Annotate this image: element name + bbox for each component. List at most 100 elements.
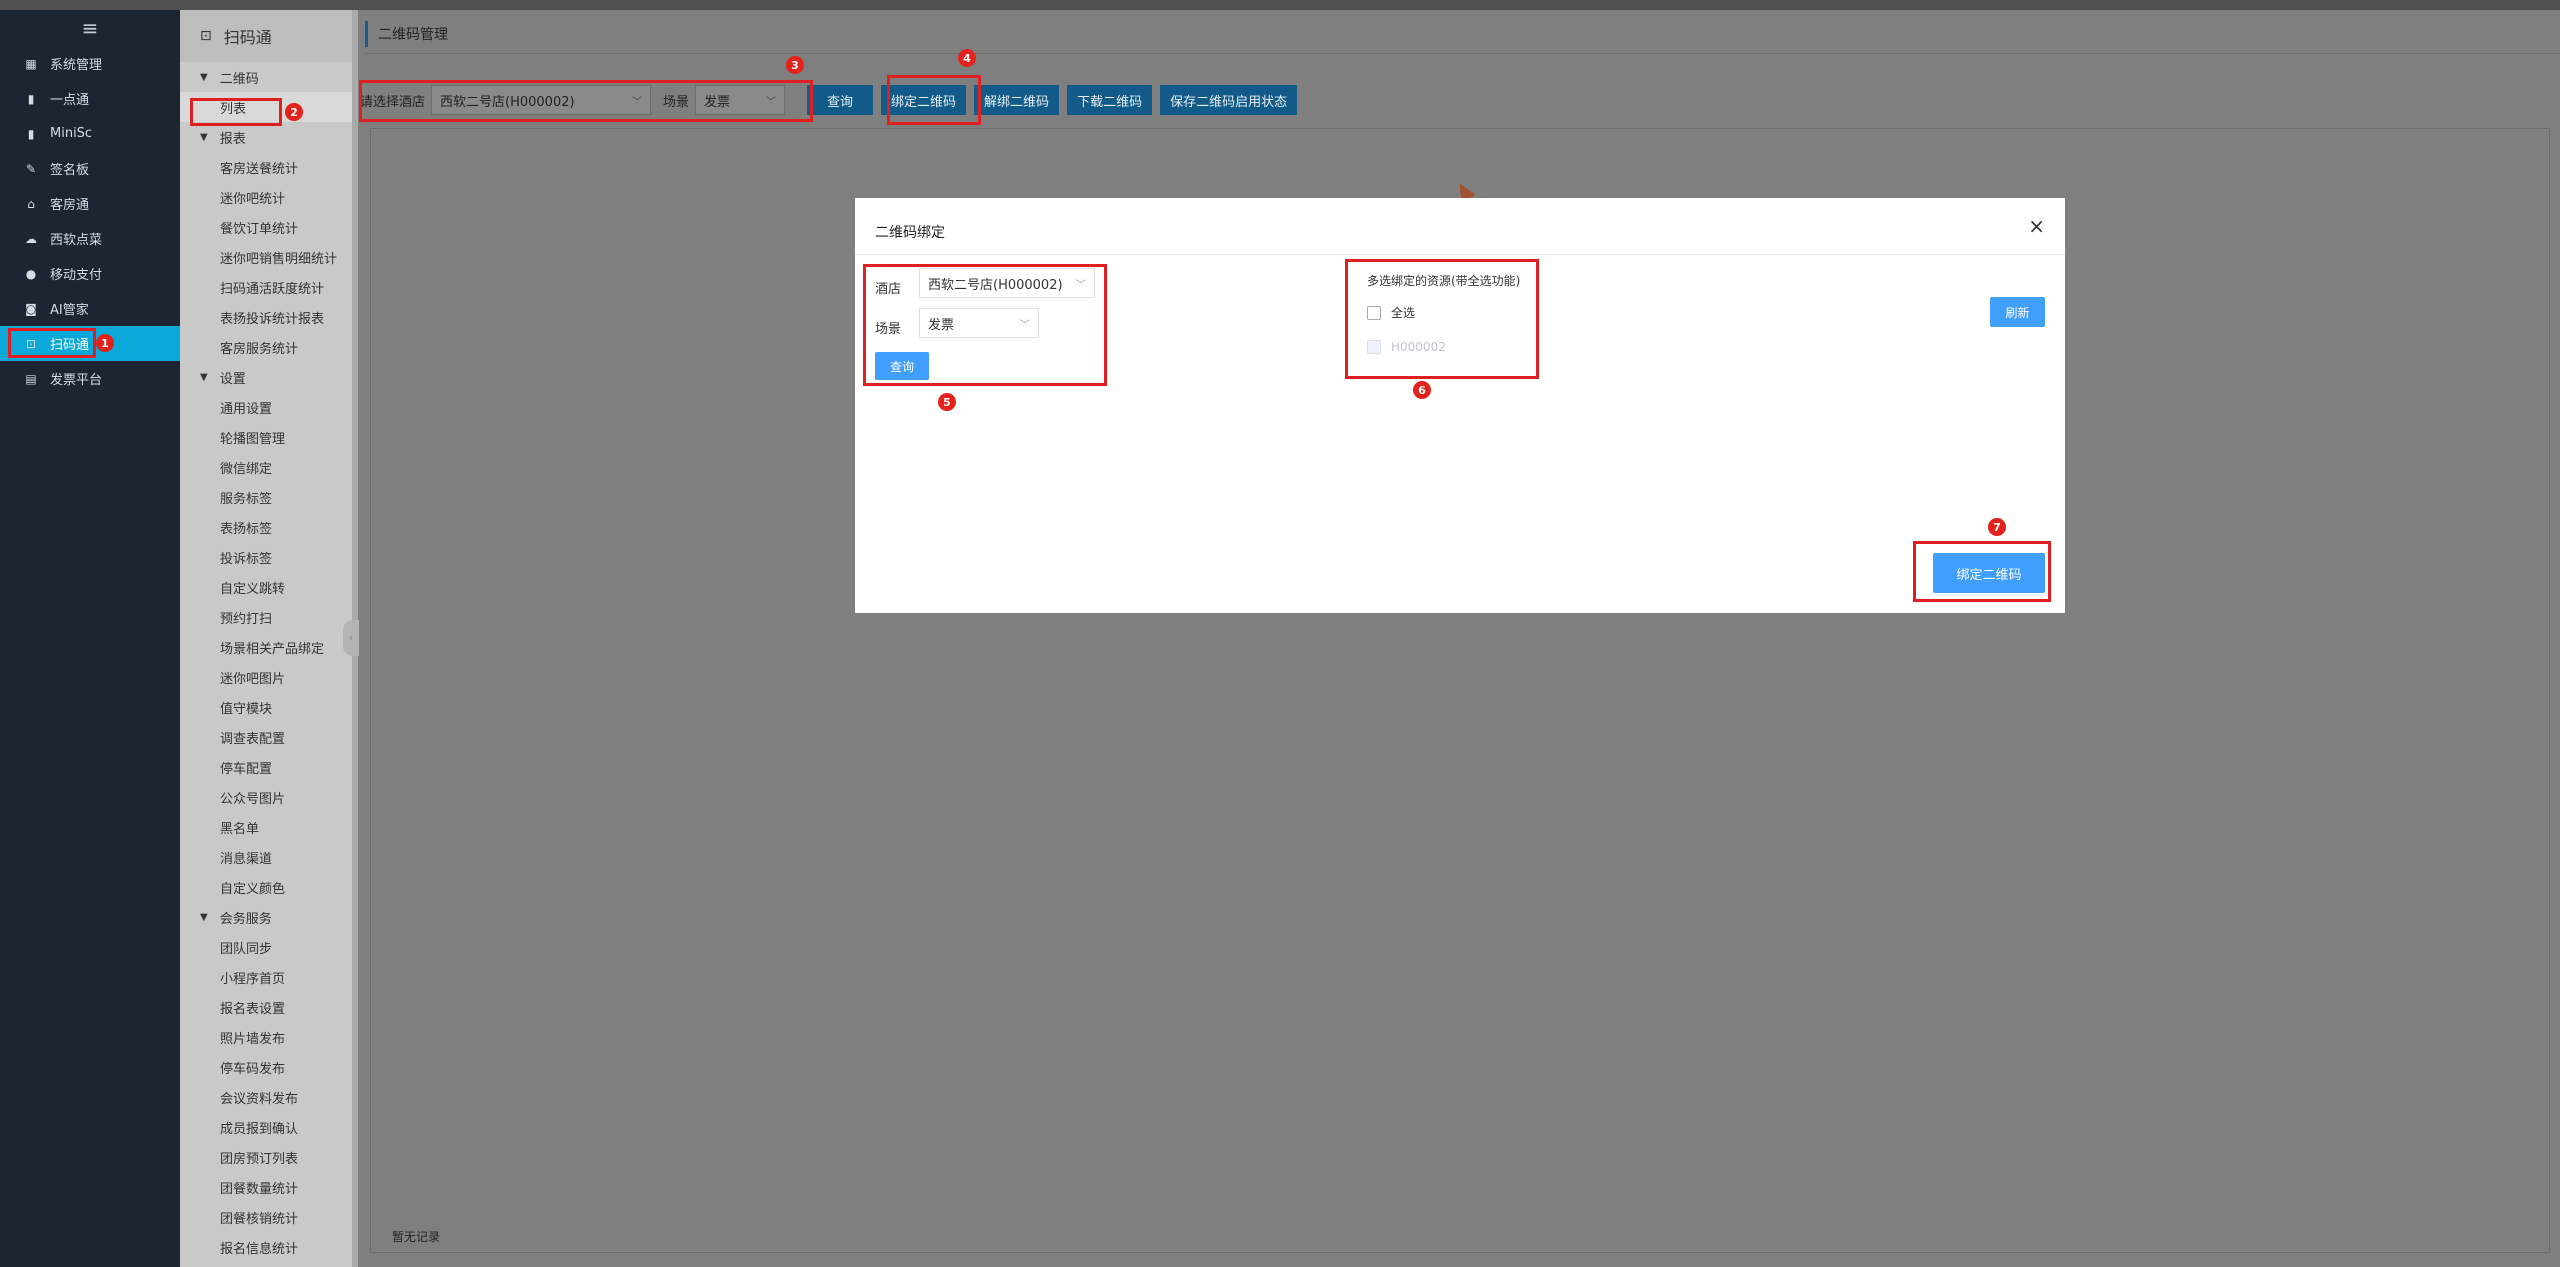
caret-down-icon: ▼ [200, 71, 208, 83]
annotation-badge: 1 [96, 334, 114, 352]
menu-item[interactable]: 微信绑定 [180, 452, 358, 482]
menu-item[interactable]: 小程序首页 [180, 962, 358, 992]
menu-item[interactable]: 照片墙发布 [180, 1022, 358, 1052]
nav-item-label: 客房通 [50, 198, 90, 213]
menu-item[interactable]: 客房服务统计 [180, 332, 358, 362]
save-qrcode-status-button[interactable]: 保存二维码启用状态 [1160, 85, 1298, 115]
menu-item[interactable]: 轮播图管理 [180, 422, 358, 452]
menu-item[interactable]: 表扬标签 [180, 512, 358, 542]
menu-item[interactable]: 公众号图片 [180, 782, 358, 812]
menu-item[interactable]: 报名信息统计 [180, 1232, 358, 1262]
annotation-box [1913, 541, 2051, 602]
menu-item[interactable]: 表扬投诉统计报表 [180, 302, 358, 332]
query-button[interactable]: 查询 [807, 85, 874, 115]
unbind-qrcode-button[interactable]: 解绑二维码 [974, 85, 1060, 115]
menu-toggle-icon[interactable]: ≡ [0, 10, 180, 46]
menu-item[interactable]: 预约打扫 [180, 602, 358, 632]
annotation-badge: 5 [938, 393, 956, 411]
menu-item[interactable]: 黑名单 [180, 812, 358, 842]
top-strip [0, 0, 2560, 10]
nav-item-label: 移动支付 [50, 268, 103, 283]
annotation-box [8, 328, 96, 358]
page-header: 二维码管理 [365, 14, 2560, 54]
annotation-badge: 4 [958, 49, 976, 67]
nav-item-5[interactable]: ⌂ 客房通 [0, 186, 180, 221]
robot-icon: ◙ [25, 301, 37, 316]
annotation-badge: 6 [1413, 381, 1431, 399]
nav-item-8[interactable]: ◙ AI管家 [0, 291, 180, 326]
refresh-button[interactable]: 刷新 [1990, 297, 2045, 327]
annotation-box [863, 264, 1107, 386]
caret-down-icon: ▼ [200, 371, 208, 383]
scan-icon: ⊡ [200, 28, 212, 44]
nav-item-2[interactable]: ▮ 一点通 [0, 81, 180, 116]
menu-item[interactable]: 迷你吧销售明细统计 [180, 242, 358, 272]
secondary-sidebar: ⊡ 扫码通 ▼ 二维码 列表 ▼ 报表 客房送餐统计 迷你吧统计 餐饮订单统计 迷你吧销售明细统… [180, 10, 358, 1267]
menu-group-label: 二维码 [219, 71, 259, 87]
payment-icon: ● [25, 266, 37, 281]
nav-item-7[interactable]: ● 移动支付 [0, 256, 180, 291]
cloud-icon: ☁ [25, 231, 37, 246]
menu-item[interactable]: 会议资料发布 [180, 1082, 358, 1112]
menu-item[interactable]: 迷你吧统计 [180, 182, 358, 212]
menu-item[interactable]: 扫码通活跃度统计 [180, 272, 358, 302]
menu-item[interactable]: 服务标签 [180, 482, 358, 512]
empty-state-text: 暂无记录 [392, 1230, 441, 1244]
menu-item[interactable]: 团餐数量统计 [180, 1172, 358, 1202]
download-qrcode-button[interactable]: 下载二维码 [1067, 85, 1153, 115]
nav-item-6[interactable]: ☁ 西软点菜 [0, 221, 180, 256]
invoice-icon: ▤ [25, 371, 37, 386]
menu-item[interactable]: 消息渠道 [180, 842, 358, 872]
bar-chart-icon: ▮ [27, 91, 35, 106]
dialog-title: 二维码绑定 [875, 225, 945, 241]
menu-group-label: 设置 [219, 371, 246, 387]
grid-icon: ▦ [25, 56, 37, 71]
menu-item[interactable]: 团餐核销统计 [180, 1202, 358, 1232]
menu-item[interactable]: 迷你吧图片 [180, 662, 358, 692]
annotation-box [359, 80, 813, 122]
menu-item[interactable]: 团队同步 [180, 932, 358, 962]
menu-item[interactable]: 调查表配置 [180, 722, 358, 752]
caret-down-icon: ▼ [200, 131, 208, 143]
menu-item[interactable]: 餐饮订单统计 [180, 212, 358, 242]
menu-item[interactable]: 自定义跳转 [180, 572, 358, 602]
primary-sidebar: ≡ ▦ 系统管理 ▮ 一点通 ▮ MiniSc ✎ 签名板 ⌂ 客房通 ☁ 西软点菜 ● 移动支付 ◙ AI管… [0, 10, 180, 1267]
collapse-sidebar-icon[interactable]: ‹ [343, 620, 359, 656]
nav-item-10[interactable]: ▤ 发票平台 [0, 361, 180, 396]
menu-item[interactable]: 成员报到确认 [180, 1112, 358, 1142]
menu-item[interactable]: 值守模块 [180, 692, 358, 722]
menu-item[interactable]: 场景相关产品绑定 [180, 632, 358, 662]
nav-item-3[interactable]: ▮ MiniSc [0, 116, 180, 151]
menu-item[interactable]: 团房预订列表 [180, 1142, 358, 1172]
secondary-sidebar-title: 扫码通 [223, 28, 272, 47]
page-title: 二维码管理 [378, 26, 448, 43]
menu-group[interactable]: ▼ 二维码 [180, 62, 358, 92]
annotation-box [1345, 259, 1539, 379]
header-accent-bar [365, 20, 368, 47]
chart-icon: ▮ [27, 126, 35, 141]
menu-item[interactable]: 自定义颜色 [180, 872, 358, 902]
nav-item-label: 一点通 [50, 93, 90, 108]
annotation-box [190, 98, 282, 126]
menu-item[interactable]: 通用设置 [180, 392, 358, 422]
nav-item-1[interactable]: ▦ 系统管理 [0, 46, 180, 81]
nav-item-label: 签名板 [50, 163, 90, 178]
caret-down-icon: ▼ [200, 911, 208, 923]
nav-item-label: 西软点菜 [50, 233, 103, 248]
menu-item[interactable]: 报名表设置 [180, 992, 358, 1022]
annotation-box [887, 75, 981, 125]
nav-item-label: 发票平台 [50, 373, 103, 388]
menu-item[interactable]: 停车码发布 [180, 1052, 358, 1082]
annotation-badge: 7 [1988, 518, 2006, 536]
menu-item[interactable]: 客房送餐统计 [180, 152, 358, 182]
annotation-badge: 2 [285, 103, 303, 121]
secondary-sidebar-header: ⊡ 扫码通 [180, 10, 358, 62]
close-icon[interactable]: × [2028, 214, 2045, 238]
menu-item[interactable]: 停车配置 [180, 752, 358, 782]
nav-item-4[interactable]: ✎ 签名板 [0, 151, 180, 186]
nav-item-label: 系统管理 [50, 58, 103, 73]
menu-item[interactable]: 投诉标签 [180, 542, 358, 572]
menu-group[interactable]: ▼ 报表 [180, 122, 358, 152]
menu-group[interactable]: ▼ 设置 [180, 362, 358, 392]
menu-group[interactable]: ▼ 会务服务 [180, 902, 358, 932]
